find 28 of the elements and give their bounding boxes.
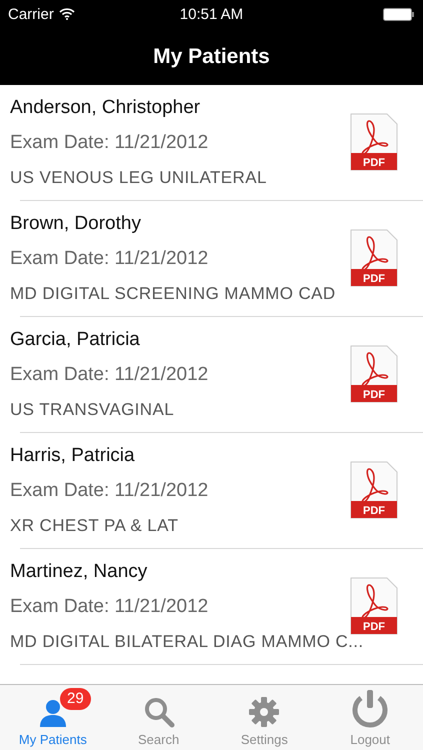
pdf-file-icon[interactable]: PDF [349, 113, 399, 171]
exam-date: Exam Date: 11/21/2012 [10, 131, 210, 154]
person-icon [38, 698, 68, 728]
settings-icon [248, 696, 280, 728]
search-icon [142, 696, 175, 728]
tab-item[interactable]: Settings [212, 685, 318, 750]
tab-item[interactable]: Logout [317, 685, 423, 750]
exam-date: Exam Date: 11/21/2012 [10, 479, 210, 502]
procedure-name: XR CHEST PA & LAT [10, 515, 180, 537]
tab-item[interactable]: Search [106, 685, 212, 750]
pdf-file-icon[interactable]: PDF [349, 345, 399, 403]
wifi-icon [58, 8, 75, 20]
exam-date: Exam Date: 11/21/2012 [10, 247, 210, 270]
procedure-name: US VENOUS LEG UNILATERAL [10, 167, 268, 189]
power-icon [350, 690, 390, 728]
exam-date: Exam Date: 11/21/2012 [10, 363, 210, 386]
nav-title: My Patients [153, 44, 270, 68]
exam-date: Exam Date: 11/21/2012 [10, 595, 210, 618]
tab-item[interactable]: 29 My Patients [0, 685, 106, 750]
count-badge: 29 [60, 688, 91, 710]
pdf-file-icon[interactable]: PDF [349, 461, 399, 519]
procedure-name: US TRANSVAGINAL [10, 399, 176, 421]
battery-icon [382, 8, 415, 20]
procedure-name: MD DIGITAL SCREENING MAMMO CAD [10, 283, 337, 305]
pdf-file-icon[interactable]: PDF [349, 577, 399, 635]
pdf-file-icon[interactable]: PDF [349, 229, 399, 287]
status-time: 10:51 AM [180, 6, 244, 22]
carrier-label: Carrier [8, 6, 54, 22]
